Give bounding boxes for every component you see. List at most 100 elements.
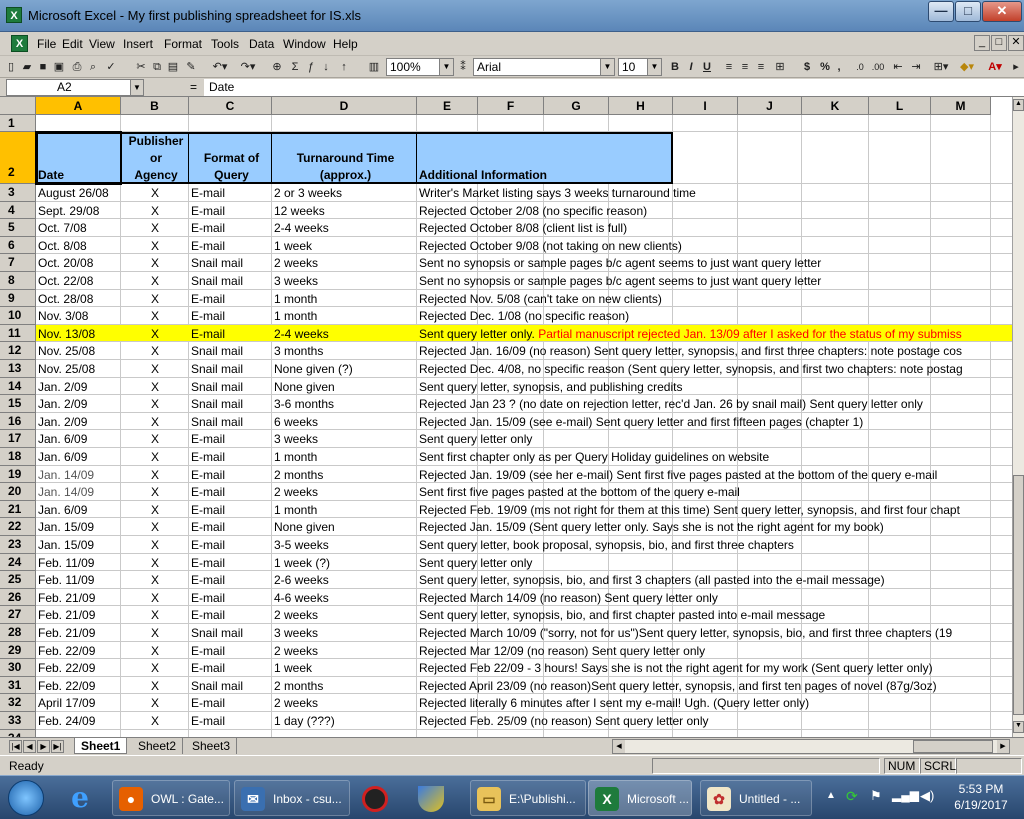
volume-icon[interactable]: ◀) [920, 788, 934, 804]
flag-icon[interactable]: ⚑ [870, 788, 882, 804]
cell-publisher[interactable]: X [121, 360, 189, 378]
cell-date[interactable]: Oct. 22/08 [36, 272, 121, 290]
cut-icon[interactable]: ✂ [134, 59, 148, 75]
cell-publisher[interactable]: X [121, 589, 189, 607]
next-sheet-icon[interactable]: ▶ [37, 740, 50, 753]
cell-info[interactable]: Rejected Feb. 25/09 (no reason) Sent que… [417, 712, 1012, 730]
taskbar-item-paint[interactable]: ✿ Untitled - ... [700, 780, 812, 816]
network-icon[interactable]: ▂▄▆ [892, 788, 919, 802]
column-header-l[interactable]: L [869, 97, 931, 115]
cell-date[interactable]: Feb. 24/09 [36, 712, 121, 730]
cell-publisher[interactable]: X [121, 642, 189, 660]
cell-publisher[interactable]: X [121, 501, 189, 519]
scroll-thumb[interactable] [1013, 475, 1024, 715]
row-header-10[interactable]: 10 [0, 307, 36, 325]
cell-date[interactable]: April 17/09 [36, 694, 121, 712]
cell-turnaround[interactable]: 3 weeks [272, 624, 417, 642]
cell-info[interactable]: Rejected literally 6 minutes after I sen… [417, 694, 1012, 712]
prev-sheet-icon[interactable]: ◀ [23, 740, 36, 753]
row-header-5[interactable]: 5 [0, 219, 36, 237]
cell-info[interactable]: Sent no synopsis or sample pages b/c age… [417, 272, 1012, 290]
cell-info[interactable]: Sent query letter, synopsis, and publish… [417, 378, 1012, 396]
borders-icon[interactable]: ⊞▾ [930, 59, 952, 75]
name-box-dropdown-icon[interactable]: ▼ [130, 80, 143, 95]
cell-format[interactable]: E-mail [189, 448, 272, 466]
scroll-down-icon[interactable]: ▼ [1013, 721, 1024, 733]
cell-info[interactable]: Rejected Jan 23 ? (no date on rejection … [417, 395, 1012, 413]
show-hidden-icons[interactable]: ▲ [826, 790, 836, 801]
menu-help[interactable]: Help [333, 37, 358, 51]
merge-center-icon[interactable]: ⊞ [772, 59, 788, 75]
cell-publisher[interactable]: X [121, 202, 189, 220]
first-sheet-icon[interactable]: |◀ [9, 740, 22, 753]
cell-turnaround[interactable]: 6 weeks [272, 413, 417, 431]
tab-sheet3[interactable]: Sheet3 [186, 738, 238, 754]
cell-date[interactable]: Feb. 21/09 [36, 589, 121, 607]
row-header-2[interactable]: 2 [0, 132, 36, 184]
new-icon[interactable]: ▯ [4, 59, 18, 75]
row-header-3[interactable]: 3 [0, 184, 36, 202]
scroll-left-icon[interactable]: ◀ [613, 740, 625, 753]
row-header-14[interactable]: 14 [0, 377, 36, 396]
cell-format[interactable]: E-mail [189, 237, 272, 255]
cell-publisher[interactable]: X [121, 536, 189, 554]
cell-turnaround[interactable]: 1 month [272, 307, 417, 325]
cell-publisher[interactable]: X [121, 272, 189, 290]
cell-info[interactable]: Rejected Jan. 19/09 (see her e-mail) Sen… [417, 466, 1012, 484]
row-header-8[interactable]: 8 [0, 272, 36, 290]
cell-info[interactable]: Sent first chapter only as per Query Hol… [417, 448, 1012, 466]
row-header-29[interactable]: 29 [0, 641, 36, 660]
menu-tools[interactable]: Tools [211, 37, 239, 51]
doc-close-button[interactable]: ✕ [1008, 35, 1024, 51]
cell-publisher[interactable]: X [121, 290, 189, 308]
undo-icon[interactable]: ↶▾ [210, 59, 230, 75]
row-header-1[interactable]: 1 [0, 115, 36, 132]
increase-indent-icon[interactable]: ⇥ [908, 59, 924, 75]
underline-button[interactable]: U [700, 59, 714, 75]
cell-format[interactable]: Snail mail [189, 413, 272, 431]
cell-format[interactable]: E-mail [189, 536, 272, 554]
cell-date[interactable]: Jan. 14/09 [36, 466, 121, 484]
row-header-19[interactable]: 19 [0, 465, 36, 484]
menu-window[interactable]: Window [283, 37, 326, 51]
cell-format[interactable]: E-mail [189, 184, 272, 202]
row-header-6[interactable]: 6 [0, 236, 36, 255]
column-header-m[interactable]: M [931, 97, 991, 115]
clock[interactable]: 5:53 PM 6/19/2017 [946, 781, 1016, 813]
cell-publisher[interactable]: X [121, 571, 189, 589]
cell-format[interactable]: Snail mail [189, 342, 272, 360]
cell-date[interactable]: Feb. 21/09 [36, 606, 121, 624]
cell-info[interactable]: Rejected Jan. 16/09 (no reason) Sent que… [417, 342, 1012, 360]
row-header-33[interactable]: 33 [0, 712, 36, 730]
cell-format[interactable]: E-mail [189, 466, 272, 484]
menu-file[interactable]: File [37, 37, 56, 51]
cell-info[interactable]: Rejected Jan. 15/09 (see e-mail) Sent qu… [417, 413, 1012, 431]
column-header-d[interactable]: D [272, 97, 417, 115]
cell-date[interactable]: Jan. 2/09 [36, 378, 121, 396]
column-header-c[interactable]: C [189, 97, 272, 115]
cell-format[interactable]: E-mail [189, 712, 272, 730]
cell-turnaround[interactable]: 3-5 weeks [272, 536, 417, 554]
cell-publisher[interactable]: X [121, 378, 189, 396]
cell-date[interactable]: Oct. 20/08 [36, 254, 121, 272]
column-header-g[interactable]: G [544, 97, 609, 115]
print-icon[interactable]: ⎙ [70, 59, 84, 75]
cell-date[interactable]: Jan. 6/09 [36, 448, 121, 466]
cell-info[interactable]: Rejected October 2/08 (no specific reaso… [417, 202, 1012, 220]
cell-format[interactable]: E-mail [189, 325, 272, 343]
cell-info[interactable]: Rejected Feb. 19/09 (ms not right for th… [417, 501, 1012, 519]
maximize-button[interactable]: □ [955, 1, 981, 22]
cell-info[interactable]: Rejected Dec. 4/08, no specific reason (… [417, 360, 1012, 378]
function-icon[interactable]: ƒ [304, 59, 318, 75]
row-header-23[interactable]: 23 [0, 536, 36, 554]
decrease-decimal-icon[interactable]: .00 [870, 59, 886, 75]
cell-info[interactable]: Rejected April 23/09 (no reason)Sent que… [417, 677, 1012, 695]
chart-wizard-icon[interactable]: ▥ [366, 59, 382, 75]
cell-info[interactable]: Sent first five pages pasted at the bott… [417, 483, 1012, 501]
sync-icon[interactable]: ⟳ [846, 788, 858, 805]
cell-turnaround[interactable]: 1 month [272, 501, 417, 519]
cell-format[interactable]: E-mail [189, 694, 272, 712]
excel-app-icon[interactable]: X [6, 7, 22, 23]
copy-icon[interactable]: ⧉ [150, 59, 164, 75]
row-header-34[interactable]: 34 [0, 729, 36, 737]
